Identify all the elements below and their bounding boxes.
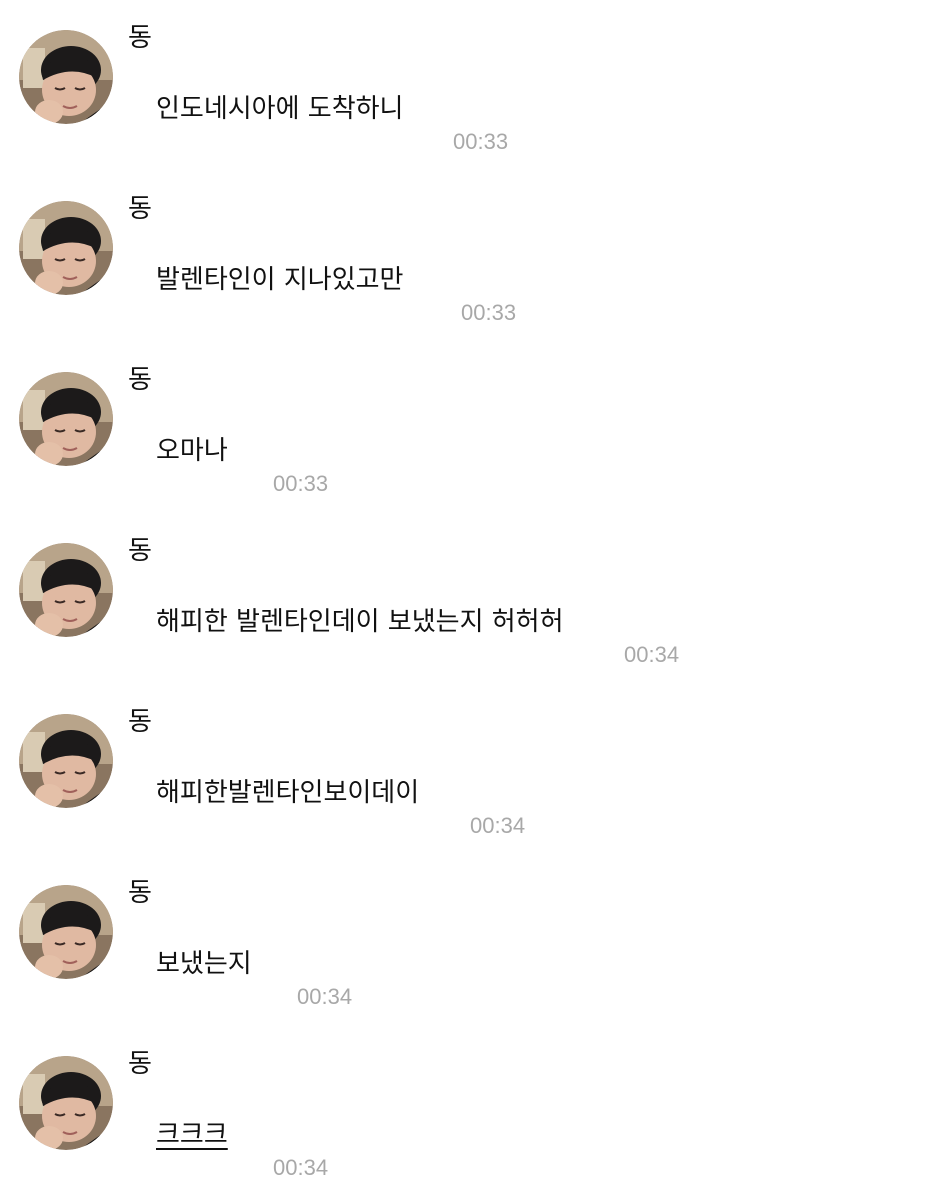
message-row: 동 인도네시아에 도착하니 00:33 (0, 0, 929, 171)
sender-name: 동 (128, 23, 152, 53)
avatar[interactable] (19, 885, 113, 979)
message-timestamp: 00:34 (273, 1155, 329, 1180)
avatar[interactable] (19, 1056, 113, 1150)
message-row: 동 해피한발렌타인보이데이 00:34 (0, 684, 929, 855)
message-timestamp: 00:34 (470, 813, 526, 838)
message-row: 동 크크크 00:34 (0, 1026, 929, 1197)
message-row: 동 발렌타인이 지나있고만 00:33 (0, 171, 929, 342)
sender-name: 동 (128, 536, 152, 566)
sender-name: 동 (128, 194, 152, 224)
avatar[interactable] (19, 372, 113, 466)
message-timestamp: 00:34 (297, 984, 353, 1009)
message-text[interactable]: 보냈는지 (156, 947, 252, 981)
message-row: 동 보냈는지 00:34 (0, 855, 929, 1026)
message-timestamp: 00:34 (624, 642, 680, 667)
message-timestamp: 00:33 (273, 471, 329, 496)
message-text[interactable]: 해피한 발렌타인데이 보냈는지 허허허 (156, 605, 564, 639)
message-text[interactable]: 오마나 (156, 434, 228, 468)
message-timestamp: 00:33 (453, 129, 509, 154)
message-text[interactable]: 발렌타인이 지나있고만 (156, 263, 403, 297)
avatar[interactable] (19, 201, 113, 295)
sender-name: 동 (128, 365, 152, 395)
avatar[interactable] (19, 714, 113, 808)
sender-name: 동 (128, 707, 152, 737)
message-text[interactable]: 해피한발렌타인보이데이 (156, 776, 419, 810)
message-timestamp: 00:33 (461, 300, 517, 325)
message-text[interactable]: 크크크 (156, 1118, 228, 1152)
chat-message-list: 동 인도네시아에 도착하니 00:33 동 발렌타인이 지나있고만 00:33 … (0, 0, 929, 1200)
sender-name: 동 (128, 1049, 152, 1079)
message-row: 동 오마나 00:33 (0, 342, 929, 513)
message-text[interactable]: 인도네시아에 도착하니 (156, 92, 403, 126)
message-row: 동 해피한 발렌타인데이 보냈는지 허허허 00:34 (0, 513, 929, 684)
avatar[interactable] (19, 543, 113, 637)
sender-name: 동 (128, 878, 152, 908)
avatar[interactable] (19, 30, 113, 124)
